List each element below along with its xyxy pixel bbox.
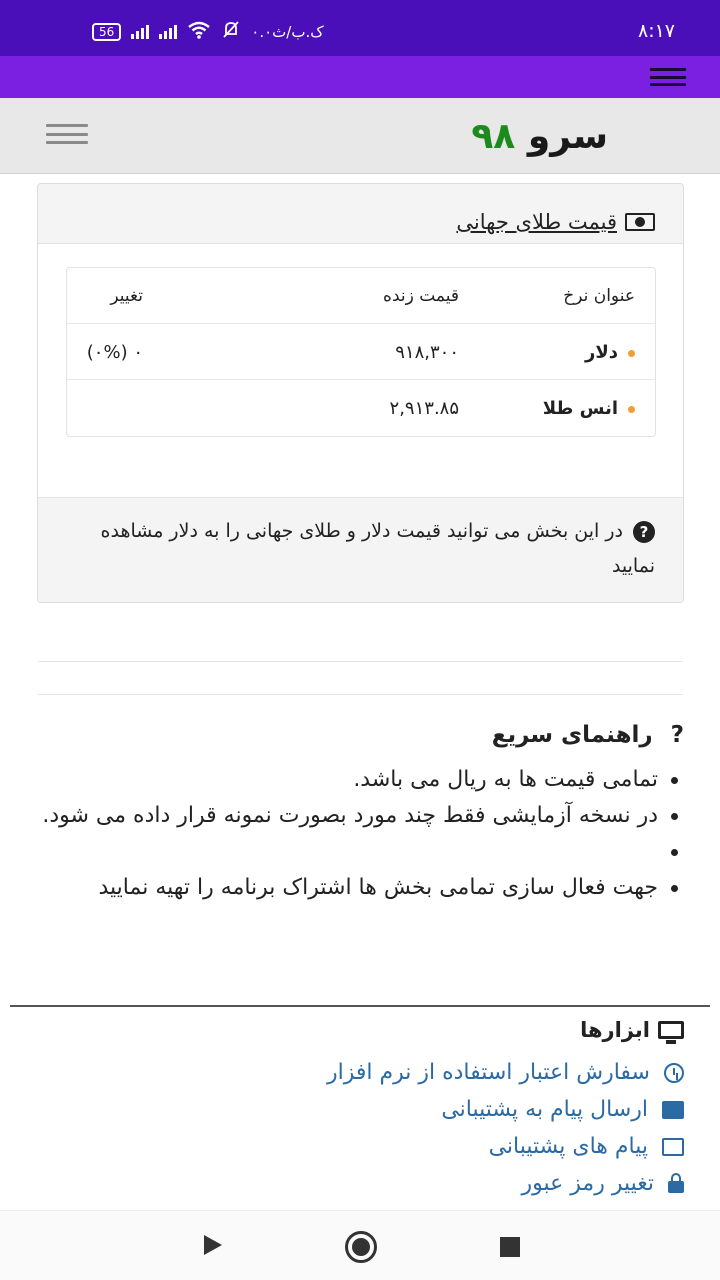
- send-message-link[interactable]: ارسال پیام به پشتیبانی: [24, 1091, 684, 1128]
- brand-word: سرو: [527, 116, 608, 157]
- card-footer-text: در این بخش می توانید قیمت دلار و طلای جه…: [100, 520, 655, 577]
- status-bar: 56 ۰.۰ک.ب/ث ۸:۱۷: [0, 0, 720, 56]
- signal-icon: [131, 25, 150, 39]
- price-change: (۰%) ۰: [86, 342, 143, 363]
- envelope-outline-icon: [662, 1137, 684, 1156]
- divider: [38, 694, 683, 695]
- home-icon[interactable]: [345, 1231, 377, 1263]
- tools-section: ابزارها سفارش اعتبار استفاده از نرم افزا…: [24, 1018, 684, 1202]
- divider: [38, 661, 683, 662]
- back-icon[interactable]: [204, 1235, 222, 1255]
- rate-title: دلار: [585, 342, 635, 363]
- quick-guide-title: ?راهنمای سریع: [491, 722, 684, 748]
- live-price: ۲,۹۱۳.۸۵: [389, 398, 459, 419]
- lock-icon: [668, 1172, 684, 1193]
- money-icon: [625, 212, 655, 231]
- tools-title: ابزارها: [24, 1018, 684, 1044]
- table-row: دلار ۹۱۸,۳۰۰ (۰%) ۰: [67, 324, 655, 380]
- support-messages-link[interactable]: پیام های پشتیبانی: [24, 1128, 684, 1165]
- bullet-dot: [628, 405, 635, 413]
- price-table: عنوان نرخ قیمت زنده تغییر دلار ۹۱۸,۳۰۰ (…: [66, 267, 656, 437]
- site-header: سرو ۹۸: [0, 98, 720, 174]
- bullet-dot: [628, 349, 635, 357]
- card-footer: ?در این بخش می توانید قیمت دلار و طلای ج…: [38, 497, 683, 602]
- table-row: انس طلا ۲,۹۱۳.۸۵: [67, 380, 655, 436]
- list-item: جهت فعال سازی تمامی بخش ها اشتراک برنامه…: [34, 870, 684, 906]
- card-title[interactable]: قیمت طلای جهانی: [456, 210, 617, 234]
- clock-time: ۸:۱۷: [638, 20, 676, 42]
- rate-title: انس طلا: [543, 398, 635, 419]
- site-logo[interactable]: سرو ۹۸: [471, 116, 608, 157]
- question-icon: ?: [670, 722, 684, 748]
- clock-icon: [664, 1062, 684, 1083]
- status-icons: 56 ۰.۰ک.ب/ث: [92, 20, 324, 44]
- quick-guide-list: تمامی قیمت ها به ریال می باشد. در نسخه آ…: [34, 762, 684, 906]
- column-header-title: عنوان نرخ: [563, 286, 635, 306]
- system-nav-bar: [0, 1210, 720, 1280]
- site-menu-icon[interactable]: [46, 124, 88, 144]
- list-item: در نسخه آزمایشی فقط چند مورد بصورت نمونه…: [34, 798, 684, 834]
- signal-icon-2: [159, 25, 178, 39]
- wifi-icon: [187, 21, 211, 43]
- network-speed: ۰.۰ک.ب/ث: [251, 23, 324, 41]
- battery-icon: 56: [92, 23, 122, 41]
- table-header-row: عنوان نرخ قیمت زنده تغییر: [67, 268, 655, 324]
- card-header: قیمت طلای جهانی: [38, 184, 683, 244]
- column-header-change: تغییر: [110, 286, 143, 306]
- quick-guide: ?راهنمای سریع تمامی قیمت ها به ریال می ب…: [34, 722, 684, 906]
- gold-price-card: قیمت طلای جهانی عنوان نرخ قیمت زنده تغیی…: [37, 183, 684, 603]
- order-credit-link[interactable]: سفارش اعتبار استفاده از نرم افزار: [24, 1054, 684, 1091]
- monitor-icon: [658, 1021, 684, 1044]
- column-header-price: قیمت زنده: [383, 286, 459, 306]
- list-item: تمامی قیمت ها به ریال می باشد.: [34, 762, 684, 798]
- muted-bell-icon: [221, 20, 241, 44]
- recents-icon[interactable]: [500, 1237, 520, 1257]
- live-price: ۹۱۸,۳۰۰: [395, 342, 459, 363]
- list-item: [34, 834, 684, 870]
- question-circle-icon: ?: [633, 520, 655, 543]
- app-bar: [0, 56, 720, 98]
- envelope-filled-icon: [662, 1100, 684, 1119]
- menu-icon[interactable]: [650, 68, 686, 86]
- section-divider: [10, 1005, 710, 1007]
- change-password-link[interactable]: تغییر رمز عبور: [24, 1165, 684, 1202]
- brand-number: ۹۸: [471, 116, 516, 157]
